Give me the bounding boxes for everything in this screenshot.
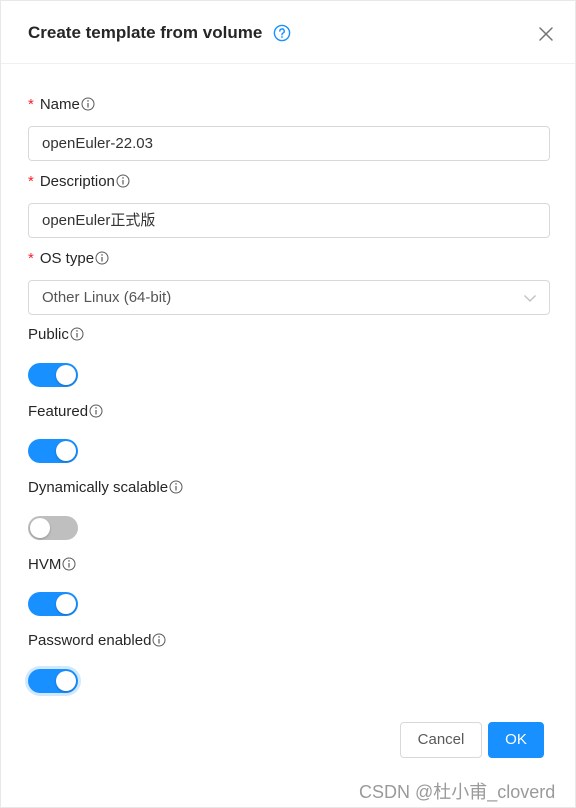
toggle-knob	[30, 518, 50, 538]
info-circle-icon[interactable]	[62, 557, 76, 571]
toggle-knob	[56, 365, 76, 385]
required-marker: *	[28, 96, 34, 113]
info-circle-icon[interactable]	[89, 404, 103, 418]
info-circle-icon[interactable]	[81, 97, 95, 111]
description-label: * Description	[28, 173, 130, 191]
os-type-label: * OS type	[28, 250, 109, 268]
info-circle-icon[interactable]	[95, 251, 109, 265]
required-marker: *	[28, 250, 34, 267]
os-type-select[interactable]: Other Linux (64-bit)	[28, 280, 550, 315]
featured-toggle[interactable]	[28, 439, 78, 463]
info-circle-icon[interactable]	[152, 633, 166, 647]
info-circle-icon[interactable]	[116, 174, 130, 188]
name-input[interactable]: openEuler-22.03	[28, 126, 550, 161]
toggle-knob	[56, 594, 76, 614]
toggle-knob	[56, 671, 76, 691]
watermark-text: CSDN @杜小甫_cloverd	[359, 782, 556, 802]
toggle-knob	[56, 441, 76, 461]
name-label: * Name	[28, 96, 95, 114]
ok-button[interactable]: OK	[488, 722, 544, 758]
password-enabled-toggle[interactable]	[28, 669, 78, 693]
question-circle-icon[interactable]	[273, 24, 291, 42]
cancel-button[interactable]: Cancel	[400, 722, 482, 758]
info-circle-icon[interactable]	[169, 480, 183, 494]
dialog-title: Create template from volume	[28, 23, 263, 42]
os-type-selected-value: Other Linux (64-bit)	[42, 289, 172, 306]
dynamically-scalable-toggle[interactable]	[28, 516, 78, 540]
info-circle-icon[interactable]	[70, 327, 84, 341]
featured-label: Featured	[28, 403, 103, 421]
password-enabled-label: Password enabled	[28, 632, 166, 650]
public-toggle[interactable]	[28, 363, 78, 387]
description-input[interactable]: openEuler正式版	[28, 203, 550, 238]
public-label: Public	[28, 326, 84, 344]
hvm-label: HVM	[28, 556, 76, 574]
close-icon[interactable]	[537, 25, 555, 43]
chevron-down-icon	[524, 295, 536, 302]
required-marker: *	[28, 173, 34, 190]
hvm-toggle[interactable]	[28, 592, 78, 616]
dialog-header: Create template from volume	[1, 1, 575, 64]
create-template-dialog: Create template from volume * Name openEu…	[0, 0, 576, 808]
dynamically-scalable-label: Dynamically scalable	[28, 479, 183, 497]
